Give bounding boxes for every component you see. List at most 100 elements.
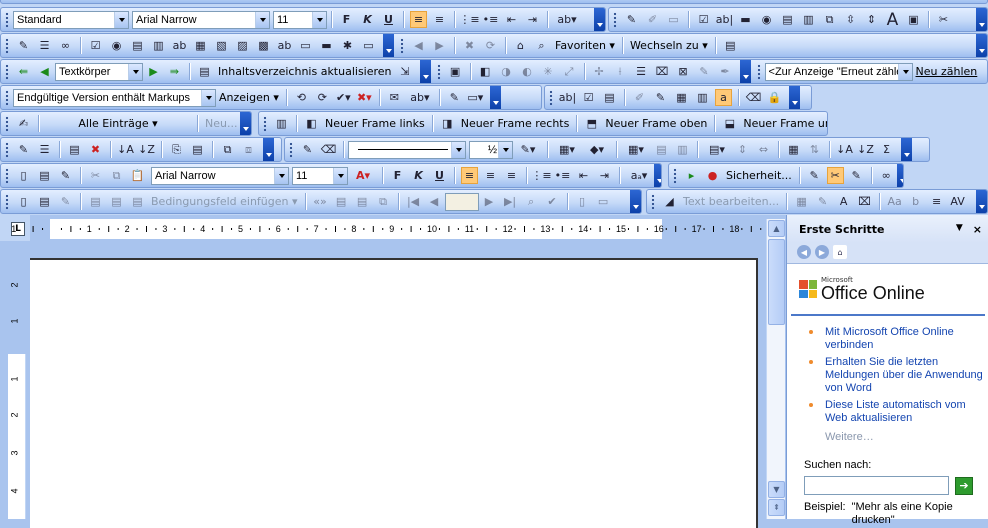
toolbar-options-button[interactable] [263, 138, 274, 161]
align-icon[interactable]: ▤▾ [704, 141, 730, 158]
record-macro-icon[interactable]: ● [704, 167, 721, 184]
promote-to-heading-icon[interactable]: ⇚ [15, 63, 32, 80]
insert-address-icon[interactable]: ⎘ [168, 141, 185, 158]
horizontal-ruler[interactable]: 1 1 2 3 4 5 6 7 8 9 10 11 12 13 14 15 16 17 18 [11, 219, 765, 239]
radio-icon[interactable]: ◉ [108, 37, 125, 54]
radio-icon[interactable]: ◉ [758, 11, 775, 28]
first-record-icon[interactable]: |◀ [405, 193, 422, 210]
toolbar-options-button[interactable] [976, 190, 987, 213]
forward-icon[interactable]: ▶ [431, 37, 448, 54]
underline-icon[interactable]: U [431, 167, 448, 184]
demote-to-body-icon[interactable]: ⇛ [166, 63, 183, 80]
bullets-icon[interactable]: •≡ [554, 167, 571, 184]
toolbar-grip[interactable] [5, 11, 9, 28]
pen-icon[interactable]: ✒ [717, 63, 734, 80]
bold-icon[interactable]: F [338, 11, 355, 28]
scroll-down-icon[interactable]: ▼ [768, 481, 785, 498]
search-go-icon[interactable]: ➔ [955, 476, 973, 495]
draw-table-icon[interactable]: ✎ [299, 141, 316, 158]
home-icon[interactable]: ⌂ [512, 37, 529, 54]
design-mode-icon[interactable]: ✎ [848, 167, 865, 184]
decrease-indent-icon[interactable]: ⇤ [503, 11, 520, 28]
frame-right-icon[interactable]: ◨ [439, 115, 456, 132]
wordart-shape-icon[interactable]: A [835, 193, 852, 210]
drop-down-form-field-icon[interactable]: ▤ [601, 89, 618, 106]
button-icon[interactable]: ▭ [297, 37, 314, 54]
sort-descending-icon[interactable]: ↓Z [138, 141, 155, 158]
underline-icon[interactable]: U [380, 11, 397, 28]
merge-new-doc-icon[interactable]: ▯ [574, 193, 591, 210]
markup-view-dropdown[interactable]: Endgültige Version enthält Markups [13, 88, 216, 107]
distribute-rows-icon[interactable]: ⇕ [734, 141, 751, 158]
toggle-icon[interactable]: ▬ [318, 37, 335, 54]
picture-icon[interactable]: ▣ [447, 63, 464, 80]
vertical-text-icon[interactable]: b [907, 193, 924, 210]
task-pane-menu-icon[interactable]: ▼ [956, 223, 963, 236]
link-latest-news[interactable]: Erhalten Sie die letzten Meldungen über … [797, 356, 988, 395]
increase-indent-icon[interactable]: ⇥ [524, 11, 541, 28]
document-page[interactable] [30, 258, 758, 528]
reject-change-icon[interactable]: ✖▾ [356, 89, 373, 106]
activex-icon[interactable]: ✱ [339, 37, 356, 54]
grid-icon[interactable]: ▦ [192, 37, 209, 54]
font-size-dropdown[interactable]: 11 [273, 10, 327, 29]
previous-record-icon[interactable]: ◀ [426, 193, 443, 210]
border-color-icon[interactable]: ✎▾ [515, 141, 541, 158]
format-picture-icon[interactable]: ⌧ [654, 63, 671, 80]
line-style-dropdown[interactable] [348, 140, 466, 159]
last-record-icon[interactable]: ▶| [502, 193, 519, 210]
more-link[interactable]: Weitere… [825, 431, 988, 443]
autosum-icon[interactable]: Σ [878, 141, 895, 158]
sort-ascending-icon[interactable]: ↓A [836, 141, 853, 158]
edit-source-icon[interactable]: ✎ [15, 141, 32, 158]
new-comment-icon[interactable]: ✉ [386, 89, 403, 106]
scroll-thumb[interactable] [768, 239, 785, 325]
toolbar-options-button[interactable] [630, 190, 641, 213]
shading-color-icon[interactable]: ◆▾ [584, 141, 610, 158]
insert-frame-icon[interactable]: ▥ [694, 89, 711, 106]
rotate-icon[interactable]: ✳ [540, 63, 557, 80]
search-web-icon[interactable]: ⌕ [533, 37, 550, 54]
all-entries-menu[interactable]: Alle Einträge ▾ [46, 117, 190, 130]
vertical-scrollbar[interactable]: ▲ ▼ ⇞ [766, 219, 785, 519]
stop-icon[interactable]: ✖ [461, 37, 478, 54]
frame-icon[interactable]: ⧉ [821, 11, 838, 28]
match-fields-icon[interactable]: ▤ [354, 193, 371, 210]
contrast-icon[interactable]: ◑ [498, 63, 515, 80]
borders-icon[interactable]: ▦▾ [554, 141, 580, 158]
font-size-dropdown[interactable]: 11 [292, 166, 348, 185]
code-icon[interactable]: ∞ [57, 37, 74, 54]
align-right-icon[interactable]: ≡ [503, 167, 520, 184]
print-preview-icon[interactable]: ▤ [36, 167, 53, 184]
italic-icon[interactable]: K [410, 167, 427, 184]
demote-icon[interactable]: ▶ [145, 63, 162, 80]
toolbar-options-button[interactable] [789, 86, 800, 109]
checkbox-icon[interactable]: ☑ [87, 37, 104, 54]
reset-picture-icon[interactable]: ✎ [696, 63, 713, 80]
next-change-icon[interactable]: ⟳ [314, 89, 331, 106]
favorites-menu[interactable]: Favoriten ▾ [555, 39, 615, 52]
frame-bottom-icon[interactable]: ⬓ [721, 115, 738, 132]
new-frame-top-button[interactable]: Neuer Frame oben [605, 117, 707, 130]
design-mode-icon[interactable]: ✎ [15, 37, 32, 54]
toc-icon[interactable]: ▤ [196, 63, 213, 80]
align-center-icon[interactable]: ≡ [482, 167, 499, 184]
new-autotext-button[interactable]: Neu... [205, 117, 237, 130]
display-dropdown[interactable]: <Zur Anzeige "Erneut zähle [764, 62, 913, 81]
propagate-labels-icon[interactable]: ⧉ [375, 193, 392, 210]
toolbar-options-button[interactable] [240, 112, 251, 135]
scroll-icon[interactable]: ▧ [213, 37, 230, 54]
text-form-field-icon[interactable]: ab| [559, 89, 576, 106]
list-icon[interactable]: ▤ [129, 37, 146, 54]
previous-page-icon[interactable]: ⇞ [768, 499, 785, 516]
increase-indent-icon[interactable]: ⇥ [596, 167, 613, 184]
numbering-icon[interactable]: ⋮≡ [531, 167, 551, 184]
form-field-options-icon[interactable]: ✐ [631, 89, 648, 106]
combo-icon[interactable]: ▥ [150, 37, 167, 54]
format-painter-icon[interactable]: aₐ▾ [626, 167, 652, 184]
frame-top-icon[interactable]: ⬒ [583, 115, 600, 132]
font-dropdown[interactable]: Arial Narrow [132, 10, 270, 29]
promote-icon[interactable]: ◀ [36, 63, 53, 80]
protect-form-icon[interactable]: 🔒 [766, 89, 783, 106]
wrap-icon[interactable]: ⟊ [612, 63, 629, 80]
